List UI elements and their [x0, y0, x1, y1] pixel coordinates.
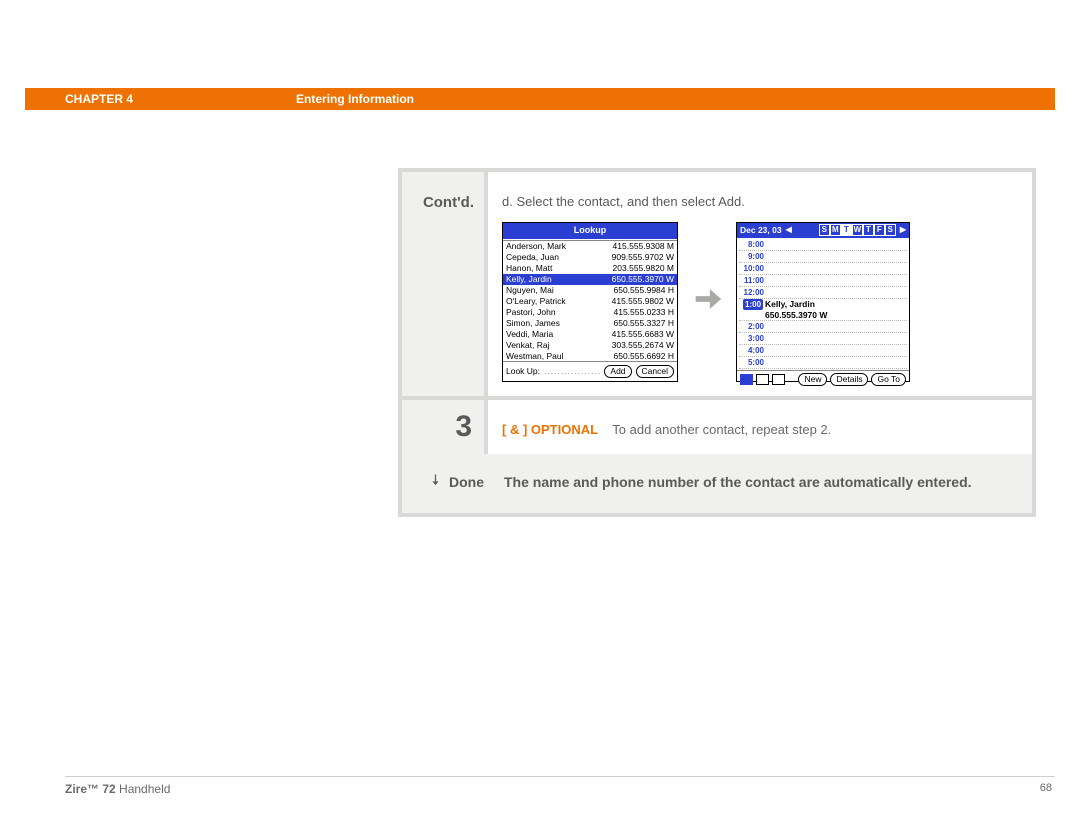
cancel-button[interactable]: Cancel — [636, 365, 674, 378]
optional-text: To add another contact, repeat step 2. — [612, 422, 831, 437]
goto-button[interactable]: Go To — [871, 373, 906, 386]
done-text: The name and phone number of the contact… — [504, 472, 972, 493]
step-body-contd: d. Select the contact, and then select A… — [488, 172, 1032, 396]
day-cell[interactable]: S — [885, 224, 896, 236]
details-button[interactable]: Details — [830, 373, 868, 386]
day-cell[interactable]: F — [874, 224, 885, 236]
lookup-row[interactable]: Simon, James650.555.3327 H — [503, 318, 677, 329]
lookup-row[interactable]: Veddi, Maria415.555.6683 W — [503, 329, 677, 340]
calendar-row[interactable]: 4:00 — [739, 345, 907, 357]
lookup-row[interactable]: Anderson, Mark415.555.9308 M — [503, 241, 677, 252]
section-title: Entering Information — [296, 92, 414, 106]
done-row: Done The name and phone number of the co… — [402, 454, 1032, 513]
step-contd: Cont'd. d. Select the contact, and then … — [402, 172, 1032, 396]
page-number: 68 — [1040, 782, 1052, 794]
done-label-block: Done — [428, 472, 484, 493]
lookup-dots: .................. — [544, 365, 600, 378]
lookup-row[interactable]: Pastori, John415.555.0233 H — [503, 307, 677, 318]
calendar-row[interactable]: 9:00 — [739, 251, 907, 263]
new-button[interactable]: New — [798, 373, 827, 386]
calendar-body: 8:009:0010:0011:0012:001:00Kelly, Jardin… — [737, 238, 909, 370]
calendar-title-bar: Dec 23, 03 ◀ SMTWTFS ▶ — [737, 223, 909, 239]
done-label: Done — [449, 472, 484, 493]
calendar-date: Dec 23, 03 — [740, 224, 782, 237]
calendar-row[interactable]: 1:00Kelly, Jardin650.555.3970 W — [739, 299, 907, 321]
calendar-bottom-bar: New Details Go To — [737, 370, 909, 388]
chapter-label: CHAPTER 4 — [65, 92, 133, 106]
down-arrow-icon — [428, 472, 443, 493]
footer-rule — [65, 776, 1055, 777]
header-bar: CHAPTER 4 Entering Information — [25, 88, 1055, 110]
step-body-3: [ & ] OPTIONAL To add another contact, r… — [488, 400, 1032, 454]
lookup-row[interactable]: Cepeda, Juan909.555.9702 W — [503, 252, 677, 263]
lookup-row[interactable]: Nguyen, Mai650.555.9984 H — [503, 285, 677, 296]
day-cell[interactable]: S — [819, 224, 830, 236]
day-cell[interactable]: W — [852, 224, 863, 236]
calendar-row[interactable]: 2:00 — [739, 321, 907, 333]
lookup-row[interactable]: Hanon, Matt203.555.9820 M — [503, 263, 677, 274]
lookup-label: Look Up: — [506, 365, 540, 378]
prev-week-icon[interactable]: ◀ — [786, 224, 792, 236]
lookup-screen: Lookup Anderson, Mark415.555.9308 MCeped… — [502, 222, 678, 382]
screens-row: Lookup Anderson, Mark415.555.9308 MCeped… — [502, 222, 1014, 382]
add-button[interactable]: Add — [604, 365, 631, 378]
step-3: 3 [ & ] OPTIONAL To add another contact,… — [402, 396, 1032, 454]
lookup-title: Lookup — [503, 223, 677, 240]
lookup-row[interactable]: Westman, Paul650.555.6692 H — [503, 351, 677, 361]
arrow-right-icon — [690, 282, 724, 322]
lookup-bottom-bar: Look Up: .................. Add Cancel — [503, 361, 677, 381]
step-label-contd: Cont'd. — [402, 172, 488, 396]
lookup-row[interactable]: O'Leary, Patrick415.555.9802 W — [503, 296, 677, 307]
day-cell[interactable]: M — [830, 224, 841, 236]
calendar-row[interactable]: 3:00 — [739, 333, 907, 345]
optional-tag: [ & ] OPTIONAL — [502, 422, 598, 437]
instruction-d: d. Select the contact, and then select A… — [502, 192, 1014, 212]
view-month-icon[interactable] — [772, 374, 785, 385]
next-week-icon[interactable]: ▶ — [900, 224, 906, 236]
lookup-row[interactable]: Kelly, Jardin650.555.3970 W — [503, 274, 677, 285]
calendar-row[interactable]: 5:00 — [739, 357, 907, 369]
steps-container: Cont'd. d. Select the contact, and then … — [398, 168, 1036, 517]
footer-product: Zire™ 72 Handheld — [65, 782, 170, 796]
calendar-row[interactable]: 8:00 — [739, 239, 907, 251]
calendar-screen: Dec 23, 03 ◀ SMTWTFS ▶ 8:009:0010:0011:0… — [736, 222, 910, 382]
view-day-icon[interactable] — [740, 374, 753, 385]
day-cell[interactable]: T — [841, 224, 852, 236]
calendar-row[interactable]: 11:00 — [739, 275, 907, 287]
lookup-row[interactable]: Venkat, Raj303.555.2674 W — [503, 340, 677, 351]
step-number-3: 3 — [402, 400, 488, 454]
lookup-list: Anderson, Mark415.555.9308 MCepeda, Juan… — [503, 240, 677, 361]
day-cell[interactable]: T — [863, 224, 874, 236]
calendar-row[interactable]: 12:00 — [739, 287, 907, 299]
day-strip: SMTWTFS — [819, 224, 896, 236]
calendar-row[interactable]: 10:00 — [739, 263, 907, 275]
view-week-icon[interactable] — [756, 374, 769, 385]
